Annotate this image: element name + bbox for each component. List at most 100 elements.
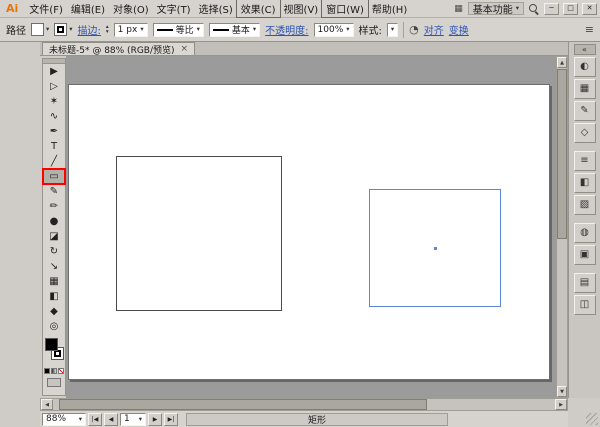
- layers-panel-icon: ▤: [579, 277, 590, 288]
- vertical-scroll-track[interactable]: [557, 68, 567, 386]
- restore-button[interactable]: □: [563, 2, 578, 15]
- opacity-link[interactable]: 不透明度:: [265, 22, 308, 37]
- minimize-button[interactable]: ─: [544, 2, 559, 15]
- scroll-left-button[interactable]: ◀: [41, 399, 53, 410]
- scale-tool[interactable]: ↘: [43, 259, 65, 274]
- symbols-panel-button[interactable]: ◇: [573, 123, 596, 143]
- pen-tool[interactable]: ✒: [43, 124, 65, 139]
- status-display[interactable]: 矩形: [186, 412, 448, 426]
- none-button[interactable]: [58, 368, 64, 374]
- menu-window[interactable]: 窗口(W): [321, 0, 369, 18]
- color-button[interactable]: [44, 368, 50, 374]
- horizontal-scroll-track[interactable]: [53, 399, 555, 410]
- menu-file[interactable]: 文件(F): [25, 0, 67, 17]
- menu-view[interactable]: 视图(V): [280, 0, 323, 17]
- menu-effect[interactable]: 效果(C): [235, 0, 281, 18]
- align-link[interactable]: 对齐: [424, 22, 444, 37]
- document-tab[interactable]: 未标题-5* @ 88% (RGB/预览) ×: [42, 42, 196, 56]
- line-segment-tool[interactable]: ╱: [43, 154, 65, 169]
- chevron-down-icon: ▾: [252, 25, 257, 34]
- rectangle-tool[interactable]: ▭: [42, 168, 66, 185]
- stroke-weight-stepper[interactable]: ▴ ▾: [106, 24, 109, 35]
- close-button[interactable]: ✕: [582, 2, 597, 15]
- previous-artboard-button[interactable]: ◀: [104, 412, 118, 426]
- selection-tool[interactable]: ▶: [43, 64, 65, 79]
- fill-color-control[interactable]: ▾: [31, 23, 49, 36]
- horizontal-scrollbar[interactable]: ◀ ▶: [40, 398, 568, 411]
- opacity-field[interactable]: 100% ▾: [313, 22, 354, 37]
- panel-menu-icon[interactable]: ≡: [585, 24, 594, 35]
- menu-bar-right: ▦ 基本功能 ▾ ─ □ ✕: [453, 2, 597, 16]
- transform-link[interactable]: 变换: [449, 22, 469, 37]
- artboards-panel-button[interactable]: ◫: [573, 295, 596, 315]
- menu-help[interactable]: 帮助(H): [368, 0, 411, 17]
- canvas[interactable]: [66, 56, 556, 398]
- zoom-level-dropdown[interactable]: 88% ▾: [42, 412, 86, 426]
- tab-close-icon[interactable]: ×: [181, 44, 189, 54]
- scale-icon: ↘: [49, 260, 59, 272]
- search-icon[interactable]: [528, 3, 540, 15]
- menu-type[interactable]: 文字(T): [153, 0, 195, 17]
- scroll-up-button[interactable]: ▲: [557, 57, 567, 68]
- eyedropper-tool[interactable]: ◆: [43, 304, 65, 319]
- fill-color-swatch[interactable]: [45, 338, 58, 351]
- recolor-artwork-icon[interactable]: ◔: [409, 24, 419, 35]
- workspace-switcher[interactable]: 基本功能 ▾: [467, 2, 524, 16]
- last-artboard-button[interactable]: ▶|: [164, 412, 178, 426]
- swatches-panel-button[interactable]: ▦: [573, 79, 596, 99]
- brushes-panel-button[interactable]: ✎: [573, 101, 596, 121]
- artboard-number-field[interactable]: 1 ▾: [120, 412, 146, 426]
- stroke-panel-button[interactable]: ≡: [573, 151, 596, 171]
- scroll-down-button[interactable]: ▼: [557, 386, 567, 397]
- gradient-panel-button[interactable]: ◧: [573, 173, 596, 193]
- brush-definition-dropdown[interactable]: 基本 ▾: [208, 22, 261, 37]
- width-profile-dropdown[interactable]: 等比 ▾: [152, 22, 204, 37]
- paintbrush-tool[interactable]: ✎: [43, 184, 65, 199]
- artboard[interactable]: [68, 84, 550, 380]
- rotate-icon: ↻: [49, 245, 59, 257]
- stroke-panel-link[interactable]: 描边:: [78, 22, 101, 37]
- stepper-down-icon[interactable]: ▾: [106, 29, 109, 35]
- pencil-tool[interactable]: ✏: [43, 199, 65, 214]
- fill-stroke-control[interactable]: [43, 337, 65, 365]
- color-panel-button[interactable]: ◐: [573, 57, 596, 77]
- gradient-button[interactable]: [51, 368, 57, 374]
- stroke-panel-icon: ≡: [580, 155, 589, 166]
- first-artboard-button[interactable]: |◀: [88, 412, 102, 426]
- layers-panel-button[interactable]: ▤: [573, 273, 596, 293]
- menu-edit[interactable]: 编辑(E): [67, 0, 109, 17]
- zoom-tool[interactable]: ◎: [43, 319, 65, 334]
- scroll-right-button[interactable]: ▶: [555, 399, 567, 410]
- vertical-scroll-thumb[interactable]: [557, 69, 567, 239]
- screen-mode-button[interactable]: [47, 378, 61, 387]
- drawn-rectangle[interactable]: [116, 156, 282, 311]
- next-artboard-button[interactable]: ▶: [148, 412, 162, 426]
- mesh-tool[interactable]: ▦: [43, 274, 65, 289]
- direct-selection-tool[interactable]: ▷: [43, 79, 65, 94]
- direct-selection-icon: ▷: [50, 80, 58, 92]
- menu-select[interactable]: 选择(S): [195, 0, 237, 17]
- arrange-documents-icon[interactable]: ▦: [453, 4, 464, 14]
- transparency-panel-button[interactable]: ▨: [573, 195, 596, 215]
- vertical-scrollbar[interactable]: ▲ ▼: [556, 56, 568, 398]
- eraser-tool[interactable]: ◪: [43, 229, 65, 244]
- resize-grip[interactable]: [568, 398, 600, 427]
- line-preview-icon: [156, 28, 173, 31]
- stroke-color-control[interactable]: ▾: [54, 23, 73, 36]
- stroke-weight-field[interactable]: 1 px ▾: [113, 22, 148, 37]
- artboards-panel-icon: ◫: [579, 299, 590, 310]
- expand-panels-button[interactable]: «: [573, 44, 596, 55]
- blob-brush-tool[interactable]: ●: [43, 214, 65, 229]
- style-dropdown[interactable]: ▾: [386, 22, 399, 37]
- appearance-panel-button[interactable]: ◍: [573, 223, 596, 243]
- lasso-tool[interactable]: ∿: [43, 109, 65, 124]
- type-tool[interactable]: T: [43, 139, 65, 154]
- menu-object[interactable]: 对象(O): [109, 0, 153, 17]
- zoom-icon: ◎: [49, 320, 59, 332]
- magic-wand-tool[interactable]: ✶: [43, 94, 65, 109]
- selected-rectangle[interactable]: [369, 189, 501, 307]
- horizontal-scroll-thumb[interactable]: [59, 399, 427, 410]
- rotate-tool[interactable]: ↻: [43, 244, 65, 259]
- graphic-styles-panel-button[interactable]: ▣: [573, 245, 596, 265]
- gradient-tool[interactable]: ◧: [43, 289, 65, 304]
